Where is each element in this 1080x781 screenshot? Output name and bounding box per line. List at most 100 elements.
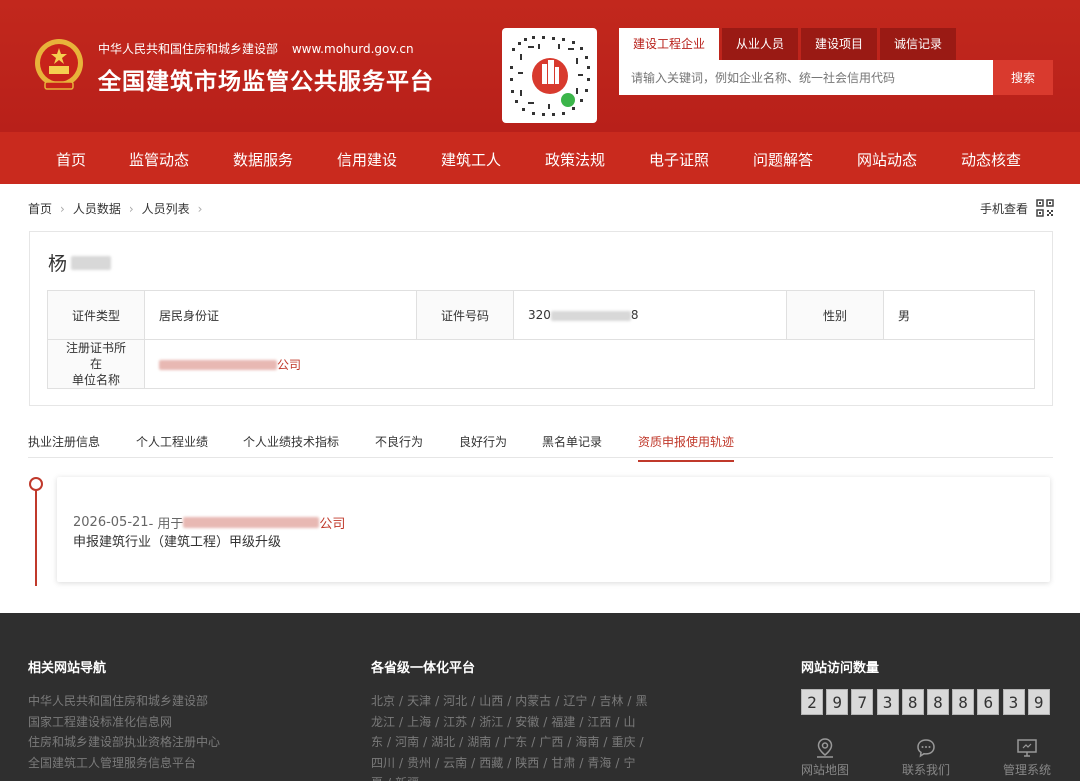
employer-value[interactable]: 公司 [144,339,1035,389]
search-tab-personnel[interactable]: 从业人员 [722,28,799,60]
employer-suffix[interactable]: 公司 [277,358,301,372]
timeline-meta: 2026-05-21 - 用于 公司 [73,513,345,532]
ministry-url[interactable]: www.mohurd.gov.cn [292,42,414,56]
province-link[interactable]: 陕西 [515,756,539,770]
province-separator: / [423,735,428,749]
province-link[interactable]: 湖北 [431,735,455,749]
province-separator: / [459,735,464,749]
search-input[interactable] [619,60,993,95]
province-separator: / [399,694,404,708]
province-link[interactable]: 重庆 [611,735,635,749]
province-link[interactable]: 江苏 [443,715,467,729]
visit-digit: 8 [952,689,975,715]
province-link[interactable]: 贵州 [407,756,431,770]
person-info-table: 证件类型 居民身份证 证件号码 320 8 性别 男 注册证书所在 单位名称 公司 [47,290,1035,389]
tab-qualification-trace[interactable]: 资质申报使用轨迹 [638,433,735,462]
nav-site-news[interactable]: 网站动态 [857,149,917,170]
tab-good-behavior[interactable]: 良好行为 [459,433,507,460]
province-link[interactable]: 天津 [407,694,431,708]
nav-dynamic-check[interactable]: 动态核查 [961,149,1021,170]
footer-link-workers-platform[interactable]: 全国建筑工人管理服务信息平台 [28,753,220,774]
province-link[interactable]: 吉林 [599,694,623,708]
nav-supervision-news[interactable]: 监管动态 [129,149,189,170]
visit-digit: 7 [851,689,874,715]
search-tab-project[interactable]: 建设项目 [801,28,878,60]
site-title[interactable]: 全国建筑市场监管公共服务平台 [98,62,434,96]
tab-personal-projects[interactable]: 个人工程业绩 [136,433,208,460]
province-separator: / [639,735,644,749]
search-bar: 搜索 [619,60,1053,95]
province-separator: / [435,714,440,729]
nav-data-services[interactable]: 数据服务 [233,149,293,170]
mini-program-qr [502,28,597,123]
visit-digit: 8 [901,689,924,715]
province-link[interactable]: 辽宁 [563,694,587,708]
breadcrumb-personnel-list[interactable]: 人员列表 [142,200,190,217]
province-link[interactable]: 青海 [587,756,611,770]
province-link[interactable]: 广东 [503,735,527,749]
breadcrumb-personnel-data[interactable]: 人员数据 [73,200,121,217]
redacted-employer [159,360,277,370]
provincial-links: 北京 / 天津 / 河北 / 山西 / 内蒙古 / 辽宁 / 吉林 / 黑龙江 / 上海 / 江苏 / 浙江 / 安徽 / 福建… [371,691,651,781]
province-separator: / [399,755,404,770]
visit-digit: 6 [977,689,1000,715]
province-link[interactable]: 安徽 [515,715,539,729]
id-number-label: 证件号码 [416,290,514,340]
province-link[interactable]: 广西 [539,735,563,749]
nav-home[interactable]: 首页 [56,149,86,170]
breadcrumb: 首页 › 人员数据 › 人员列表 › [28,200,210,217]
map-pin-icon [817,738,833,758]
tab-performance-indicators[interactable]: 个人业绩技术指标 [243,433,339,460]
person-name: 杨 [48,249,112,276]
search-tab-enterprise[interactable]: 建设工程企业 [619,28,720,60]
province-link[interactable]: 北京 [371,694,395,708]
visit-digit: 3 [1002,689,1025,715]
province-link[interactable]: 新疆 [395,776,419,781]
province-link[interactable]: 河南 [395,735,419,749]
province-link[interactable]: 浙江 [479,715,503,729]
province-link[interactable]: 海南 [575,735,599,749]
search-tab-credit[interactable]: 诚信记录 [880,28,957,60]
chat-bubble-icon [917,739,935,758]
province-separator: / [579,714,584,729]
province-link[interactable]: 西藏 [479,756,503,770]
site-map-label: 网站地图 [801,763,850,777]
province-separator: / [627,694,632,708]
province-separator: / [435,755,440,770]
province-separator: / [543,755,548,770]
nav-faq[interactable]: 问题解答 [753,149,813,170]
nav-e-certificates[interactable]: 电子证照 [649,149,709,170]
site-map-link[interactable]: 网站地图 [801,737,849,778]
nav-policies[interactable]: 政策法规 [545,149,605,170]
province-link[interactable]: 甘肃 [551,756,575,770]
footer-link-mohurd[interactable]: 中华人民共和国住房和城乡建设部 [28,691,220,712]
mobile-view-link[interactable]: 手机查看 [980,199,1054,217]
tab-registration-info[interactable]: 执业注册信息 [28,433,100,460]
nav-credit[interactable]: 信用建设 [337,149,397,170]
province-link[interactable]: 江西 [587,715,611,729]
nav-construction-workers[interactable]: 建筑工人 [441,149,501,170]
province-link[interactable]: 福建 [551,715,575,729]
footer-link-registration-center[interactable]: 住房和城乡建设部执业资格注册中心 [28,732,220,753]
provincial-platforms-title: 各省级一体化平台 [371,661,476,676]
admin-system-link[interactable]: 管理系统 [1003,737,1051,778]
breadcrumb-home[interactable]: 首页 [28,200,52,217]
province-link[interactable]: 上海 [407,715,431,729]
related-links-title: 相关网站导航 [28,661,107,676]
search-button[interactable]: 搜索 [993,60,1053,95]
province-separator: / [567,735,572,749]
footer-link-standards[interactable]: 国家工程建设标准化信息网 [28,712,220,733]
province-link[interactable]: 云南 [443,756,467,770]
tab-blacklist[interactable]: 黑名单记录 [542,433,602,460]
province-link[interactable]: 四川 [371,756,395,770]
province-separator: / [603,735,608,749]
province-separator: / [387,735,392,749]
province-link[interactable]: 山西 [479,694,503,708]
tab-bad-behavior[interactable]: 不良行为 [375,433,423,460]
contact-us-link[interactable]: 联系我们 [902,737,950,778]
province-link[interactable]: 内蒙古 [515,694,551,708]
timeline-company-suffix[interactable]: 公司 [319,513,345,532]
id-number-suffix: 8 [630,308,639,322]
province-link[interactable]: 湖南 [467,735,491,749]
province-link[interactable]: 河北 [443,694,467,708]
